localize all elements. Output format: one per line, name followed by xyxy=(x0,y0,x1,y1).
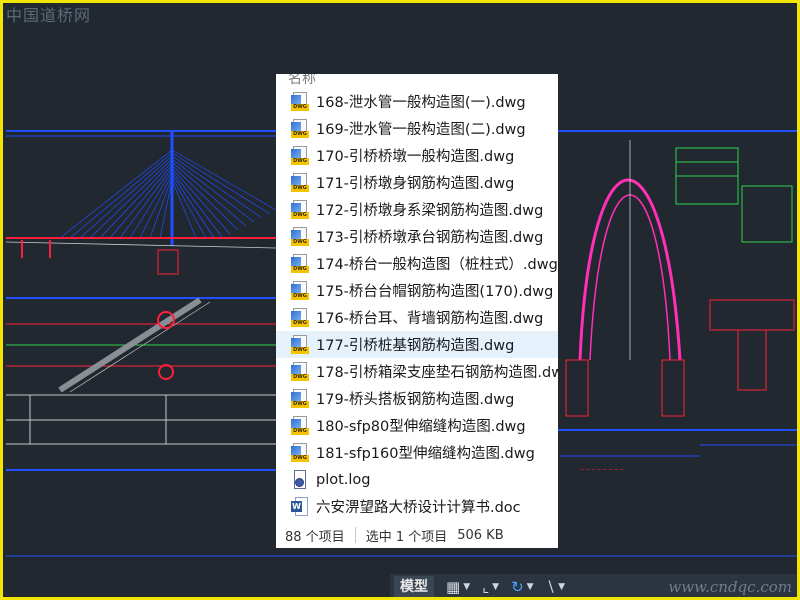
file-name: 174-桥台一般构造图（桩柱式）.dwg xyxy=(316,257,558,273)
file-name: 175-桥台台帽钢筋构造图(170).dwg xyxy=(316,284,554,300)
name-column-header[interactable]: 名称 xyxy=(288,74,316,88)
file-row[interactable]: DWG 179-桥头搭板钢筋构造图.dwg xyxy=(276,385,558,412)
dwg-file-icon: DWG xyxy=(291,388,309,409)
file-name: plot.log xyxy=(316,471,371,488)
file-name: 169-泄水管一般构造图(二).dwg xyxy=(316,122,526,138)
snap-icon[interactable]: ⌞ xyxy=(482,578,489,596)
file-row[interactable]: DWG 176-桥台耳、背墙钢筋构造图.dwg xyxy=(276,304,558,331)
svg-text:_ _ _ _ _ _ _ _: _ _ _ _ _ _ _ _ xyxy=(579,462,624,470)
dwg-file-icon: DWG xyxy=(291,199,309,220)
word-doc-icon: W xyxy=(291,496,309,517)
file-name: 181-sfp160型伸缩缝构造图.dwg xyxy=(316,446,535,462)
object-snap-dropdown-icon[interactable]: ▼ xyxy=(558,582,565,592)
file-row[interactable]: DWG 177-引桥桩基钢筋构造图.dwg xyxy=(276,331,558,358)
file-row[interactable]: DWG 171-引桥墩身钢筋构造图.dwg xyxy=(276,169,558,196)
file-row[interactable]: plot.log xyxy=(276,466,558,493)
file-name: 176-桥台耳、背墙钢筋构造图.dwg xyxy=(316,311,544,327)
grid-dropdown-icon[interactable]: ▼ xyxy=(463,582,470,592)
file-row[interactable]: DWG 180-sfp80型伸缩缝构造图.dwg xyxy=(276,412,558,439)
dwg-file-icon: DWG xyxy=(291,226,309,247)
file-row[interactable]: DWG 173-引桥桥墩承台钢筋构造图.dwg xyxy=(276,223,558,250)
dwg-file-icon: DWG xyxy=(291,361,309,382)
file-row[interactable]: DWG 172-引桥墩身系梁钢筋构造图.dwg xyxy=(276,196,558,223)
dwg-file-icon: DWG xyxy=(291,253,309,274)
file-row[interactable]: DWG 178-引桥箱梁支座垫石钢筋构造图.dwg xyxy=(276,358,558,385)
file-row[interactable]: DWG 181-sfp160型伸缩缝构造图.dwg xyxy=(276,439,558,466)
polar-dropdown-icon[interactable]: ▼ xyxy=(527,582,534,592)
file-list: DWG 168-泄水管一般构造图(一).dwg DWG 169-泄水管一般构造图(二)… xyxy=(276,88,558,520)
selection-count: 选中 1 个项目 xyxy=(365,529,448,545)
file-name: 168-泄水管一般构造图(一).dwg xyxy=(316,95,526,111)
status-divider xyxy=(354,527,356,543)
file-name: 173-引桥桥墩承台钢筋构造图.dwg xyxy=(316,230,544,246)
watermark-bottom: www.cndqc.com xyxy=(668,578,792,596)
status-bar: 88 个项目 选中 1 个项目 506 KB xyxy=(276,522,558,548)
dwg-file-icon: DWG xyxy=(291,307,309,328)
file-row[interactable]: DWG 168-泄水管一般构造图(一).dwg xyxy=(276,88,558,115)
file-name: 180-sfp80型伸缩缝构造图.dwg xyxy=(316,419,526,435)
file-row[interactable]: W 六安淠望路大桥设计计算书.doc xyxy=(276,493,558,520)
dwg-file-icon: DWG xyxy=(291,280,309,301)
dwg-file-icon: DWG xyxy=(291,145,309,166)
item-count: 88 个项目 xyxy=(285,529,345,545)
file-row[interactable]: DWG 174-桥台一般构造图（桩柱式）.dwg xyxy=(276,250,558,277)
dwg-file-icon: DWG xyxy=(291,442,309,463)
polar-tracking-icon[interactable]: ↻ xyxy=(511,578,524,596)
object-snap-icon[interactable]: ∖ xyxy=(546,578,556,596)
log-file-icon xyxy=(291,469,309,490)
file-name: 170-引桥桥墩一般构造图.dwg xyxy=(316,149,515,165)
file-name: 179-桥头搭板钢筋构造图.dwg xyxy=(316,392,515,408)
snap-dropdown-icon[interactable]: ▼ xyxy=(492,582,499,592)
dwg-file-icon: DWG xyxy=(291,172,309,193)
file-row[interactable]: DWG 170-引桥桥墩一般构造图.dwg xyxy=(276,142,558,169)
file-name: 177-引桥桩基钢筋构造图.dwg xyxy=(316,338,515,354)
file-row[interactable]: DWG 169-泄水管一般构造图(二).dwg xyxy=(276,115,558,142)
file-name: 六安淠望路大桥设计计算书.doc xyxy=(316,500,521,516)
selection-size: 506 KB xyxy=(457,527,504,543)
watermark-top: 中国道桥网 xyxy=(6,6,92,25)
file-row[interactable]: DWG 175-桥台台帽钢筋构造图(170).dwg xyxy=(276,277,558,304)
dwg-file-icon: DWG xyxy=(291,334,309,355)
dwg-file-icon: DWG xyxy=(291,118,309,139)
file-list-panel: 名称 DWG 168-泄水管一般构造图(一).dwg DWG 169-泄水管一般构造图… xyxy=(276,74,558,548)
file-name: 172-引桥墩身系梁钢筋构造图.dwg xyxy=(316,203,544,219)
model-tab[interactable]: 模型 xyxy=(394,576,434,598)
dwg-file-icon: DWG xyxy=(291,415,309,436)
dwg-file-icon: DWG xyxy=(291,91,309,112)
file-name: 171-引桥墩身钢筋构造图.dwg xyxy=(316,176,515,192)
grid-icon[interactable]: ▦ xyxy=(446,578,460,596)
file-name: 178-引桥箱梁支座垫石钢筋构造图.dwg xyxy=(316,365,558,381)
